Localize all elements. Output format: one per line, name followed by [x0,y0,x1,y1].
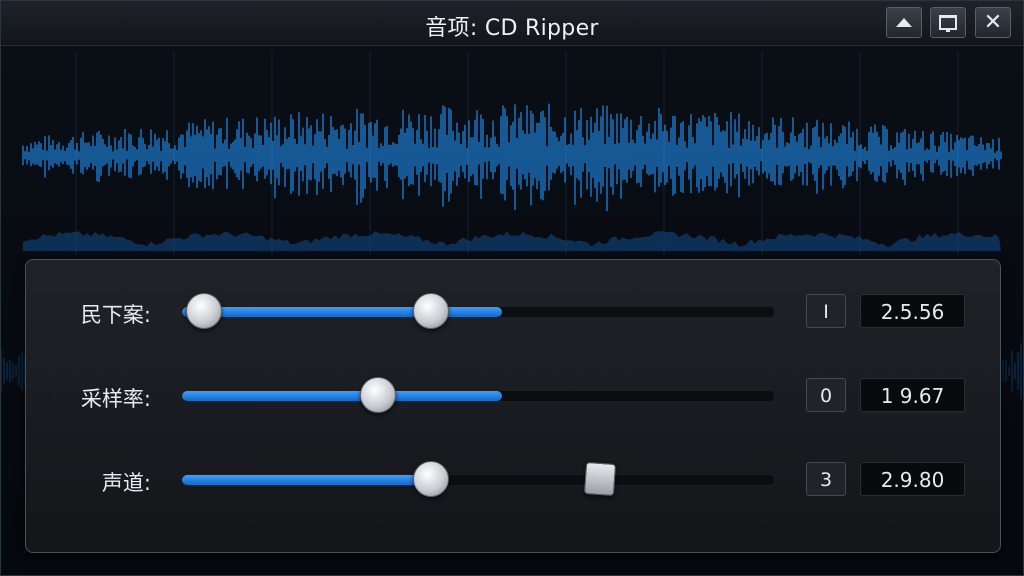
setting-value-field[interactable]: 2.9.80 [860,462,965,496]
setting-index-box[interactable]: I [806,294,846,328]
triangle-up-icon [896,18,912,27]
maximize-button[interactable] [930,7,966,38]
setting-label: 声道: [101,471,151,495]
window-title: 音项: CD Ripper [425,16,599,41]
setting-value-field[interactable]: 2.5.56 [860,294,965,328]
setting-label: 采样率: [80,387,151,411]
setting-slider-track[interactable] [181,390,775,402]
close-button[interactable]: ✕ [975,7,1011,38]
setting-row-3: 声道: 3 2.9.80 [26,455,1000,505]
collapse-button[interactable] [886,7,922,38]
slider-handle-start[interactable] [186,293,222,329]
slider-fill [182,391,502,401]
slider-handle-end[interactable] [413,293,449,329]
maximize-icon [939,15,957,32]
app-window: 音项: CD Ripper ✕ 民下案: I 2.5.56 采样率: 0 1 9… [0,0,1024,576]
slider-handle[interactable] [413,461,449,497]
setting-index-box[interactable]: 0 [806,378,846,412]
setting-row-2: 采样率: 0 1 9.67 [26,371,1000,421]
slider-square-handle[interactable] [583,461,617,497]
setting-value-field[interactable]: 1 9.67 [860,378,965,412]
slider-fill [182,475,431,485]
slider-fill [182,307,502,317]
setting-slider-track[interactable] [181,306,775,318]
close-icon: ✕ [983,10,1003,35]
setting-row-1: 民下案: I 2.5.56 [26,287,1000,337]
setting-label: 民下案: [80,303,151,327]
setting-slider-track[interactable] [181,474,775,486]
settings-panel: 民下案: I 2.5.56 采样率: 0 1 9.67 声道: 3 2.9.80 [25,259,1001,553]
title-bar[interactable]: 音项: CD Ripper ✕ [1,1,1023,46]
setting-index-box[interactable]: 3 [806,462,846,496]
slider-handle[interactable] [360,377,396,413]
